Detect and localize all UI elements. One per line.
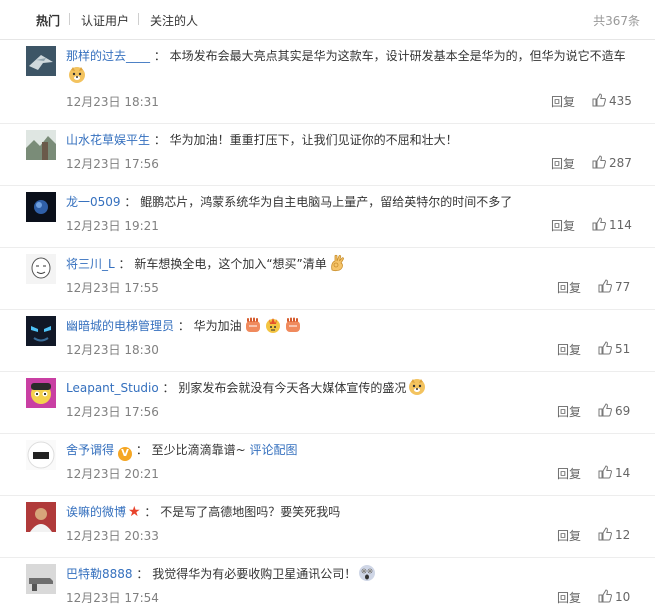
like-count: 114: [609, 218, 632, 232]
comment-username[interactable]: 将三川_L: [66, 257, 115, 271]
comment-timestamp: 12月23日 17:56: [66, 405, 159, 419]
comment-text: 新车想换全电，这个加入“想买”清单: [134, 257, 327, 271]
comment-item: Leapant_Studio ： 别家发布会就没有今天各大媒体宣传的盛况 12月…: [0, 372, 655, 434]
comment-timestamp: 12月23日 18:30: [66, 343, 159, 357]
like-count: 435: [609, 94, 632, 108]
comment-timestamp: 12月23日 17:56: [66, 157, 159, 171]
thumbs-up-icon: [592, 217, 606, 231]
comment-username[interactable]: 巴特勒8888: [66, 567, 133, 581]
comment-text: 鲲鹏芯片，鸿蒙系统华为自主电脑马上量产，留给英特尔的时间不多了: [140, 195, 513, 209]
thumbs-up-icon: [598, 589, 612, 603]
comment-username[interactable]: 山水花草娱平生: [66, 133, 150, 147]
comment-item: 山水花草娱平生 ： 华为加油！重重打压下，让我们见证你的不屈和壮大！ 12月23…: [0, 124, 655, 186]
like-count: 10: [615, 590, 631, 604]
shocked-emoji-icon: [358, 564, 376, 582]
reply-button[interactable]: 回复: [557, 279, 581, 296]
like-button[interactable]: 12: [598, 527, 630, 542]
like-count: 12: [615, 528, 631, 542]
comment-list: 那样的过去____ ： 本场发布会最大亮点其实是华为这款车，设计研发基本全是华为…: [0, 40, 655, 615]
like-button[interactable]: 51: [598, 341, 630, 356]
verified-badge-icon: V: [118, 447, 133, 461]
tab-hot[interactable]: 热门: [36, 12, 60, 29]
comment-item: 那样的过去____ ： 本场发布会最大亮点其实是华为这款车，设计研发基本全是华为…: [0, 40, 655, 124]
comment-item: 诶嘛的微博 ★ ： 不是写了高德地图吗？要笑死我吗 12月23日 20:33 回复…: [0, 496, 655, 558]
tab-verified-users[interactable]: 认证用户: [81, 12, 129, 29]
tab-divider: [138, 13, 139, 25]
doge-emoji-icon: [408, 378, 426, 396]
avatar[interactable]: [26, 502, 56, 532]
fist-emoji-icon: [284, 316, 302, 334]
comment-filter-tabs: 热门 认证用户 关注的人 共367条: [0, 0, 655, 40]
comment-item: 将三川_L ： 新车想换全电，这个加入“想买”清单 12月23日 17:55 回…: [0, 248, 655, 310]
ok-hand-emoji-icon: [329, 254, 347, 272]
comment-image-link[interactable]: 评论配图: [250, 443, 298, 457]
reply-button[interactable]: 回复: [557, 589, 581, 606]
like-button[interactable]: 10: [598, 589, 630, 604]
reply-button[interactable]: 回复: [557, 341, 581, 358]
comment-username[interactable]: 舍予谓得: [66, 443, 114, 457]
fist-emoji-icon: [244, 316, 262, 334]
avatar[interactable]: [26, 192, 56, 222]
comment-username[interactable]: 那样的过去____: [66, 49, 150, 63]
thumbs-up-icon: [598, 341, 612, 355]
comment-text: 华为加油！重重打压下，让我们见证你的不屈和壮大！: [169, 133, 458, 147]
like-count: 77: [615, 280, 631, 294]
like-count: 287: [609, 156, 632, 170]
comment-timestamp: 12月23日 18:31: [66, 95, 159, 109]
avatar[interactable]: [26, 46, 56, 76]
comment-timestamp: 12月23日 20:33: [66, 529, 159, 543]
avatar[interactable]: [26, 440, 56, 470]
tab-divider: [69, 13, 70, 25]
doge-emoji-icon: [68, 66, 86, 84]
tab-following[interactable]: 关注的人: [150, 12, 198, 29]
star-badge-icon: ★: [128, 504, 141, 520]
like-button[interactable]: 69: [598, 403, 630, 418]
reply-button[interactable]: 回复: [557, 465, 581, 482]
thumbs-up-icon: [598, 279, 612, 293]
reply-button[interactable]: 回复: [557, 403, 581, 420]
avatar[interactable]: [26, 316, 56, 346]
thumbs-up-icon: [592, 155, 606, 169]
comment-item: 龙一0509 ： 鲲鹏芯片，鸿蒙系统华为自主电脑马上量产，留给英特尔的时间不多了…: [0, 186, 655, 248]
comment-total-count: 共367条: [593, 14, 640, 28]
avatar[interactable]: [26, 130, 56, 160]
comment-timestamp: 12月23日 20:21: [66, 467, 159, 481]
like-button[interactable]: 77: [598, 279, 630, 294]
comment-text: 我觉得华为有必要收购卫星通讯公司！: [152, 567, 357, 581]
avatar[interactable]: [26, 378, 56, 408]
reply-button[interactable]: 回复: [551, 93, 575, 110]
thumbs-up-icon: [598, 465, 612, 479]
thumbs-up-icon: [598, 403, 612, 417]
thumbs-up-icon: [592, 93, 606, 107]
comment-username[interactable]: Leapant_Studio: [66, 381, 159, 395]
comment-timestamp: 12月23日 19:21: [66, 219, 159, 233]
reply-button[interactable]: 回复: [551, 217, 575, 234]
reply-button[interactable]: 回复: [551, 155, 575, 172]
like-button[interactable]: 14: [598, 465, 630, 480]
like-button[interactable]: 435: [592, 93, 632, 108]
comment-text: 别家发布会就没有今天各大媒体宣传的盛况: [178, 381, 407, 395]
comment-text: 华为加油: [193, 319, 242, 333]
comment-item: 巴特勒8888 ： 我觉得华为有必要收购卫星通讯公司！ 12月23日 17:54…: [0, 558, 655, 615]
comment-item: 舍予谓得 V ： 至少比滴滴靠谱~ 评论配图 12月23日 20:21 回复 14: [0, 434, 655, 496]
reply-button[interactable]: 回复: [557, 527, 581, 544]
comment-timestamp: 12月23日 17:55: [66, 281, 159, 295]
comment-item: 幽暗城的电梯管理员 ： 华为加油 12月23日 18:30 回复 51: [0, 310, 655, 372]
comment-username[interactable]: 幽暗城的电梯管理员: [66, 319, 174, 333]
comment-text: 不是写了高德地图吗？要笑死我吗: [160, 505, 341, 519]
like-button[interactable]: 114: [592, 217, 632, 232]
avatar[interactable]: [26, 254, 56, 284]
comment-timestamp: 12月23日 17:54: [66, 591, 159, 605]
avatar[interactable]: [26, 564, 56, 594]
comment-text: 本场发布会最大亮点其实是华为这款车，设计研发基本全是华为的，但华为说它不造车: [169, 49, 626, 63]
like-count: 14: [615, 466, 631, 480]
comment-text: 至少比滴滴靠谱~: [151, 443, 246, 457]
comment-username[interactable]: 诶嘛的微博: [66, 505, 126, 519]
like-count: 69: [615, 404, 631, 418]
fire-emoji-icon: [264, 316, 282, 334]
thumbs-up-icon: [598, 527, 612, 541]
comment-username[interactable]: 龙一0509: [66, 195, 121, 209]
like-count: 51: [615, 342, 631, 356]
like-button[interactable]: 287: [592, 155, 632, 170]
